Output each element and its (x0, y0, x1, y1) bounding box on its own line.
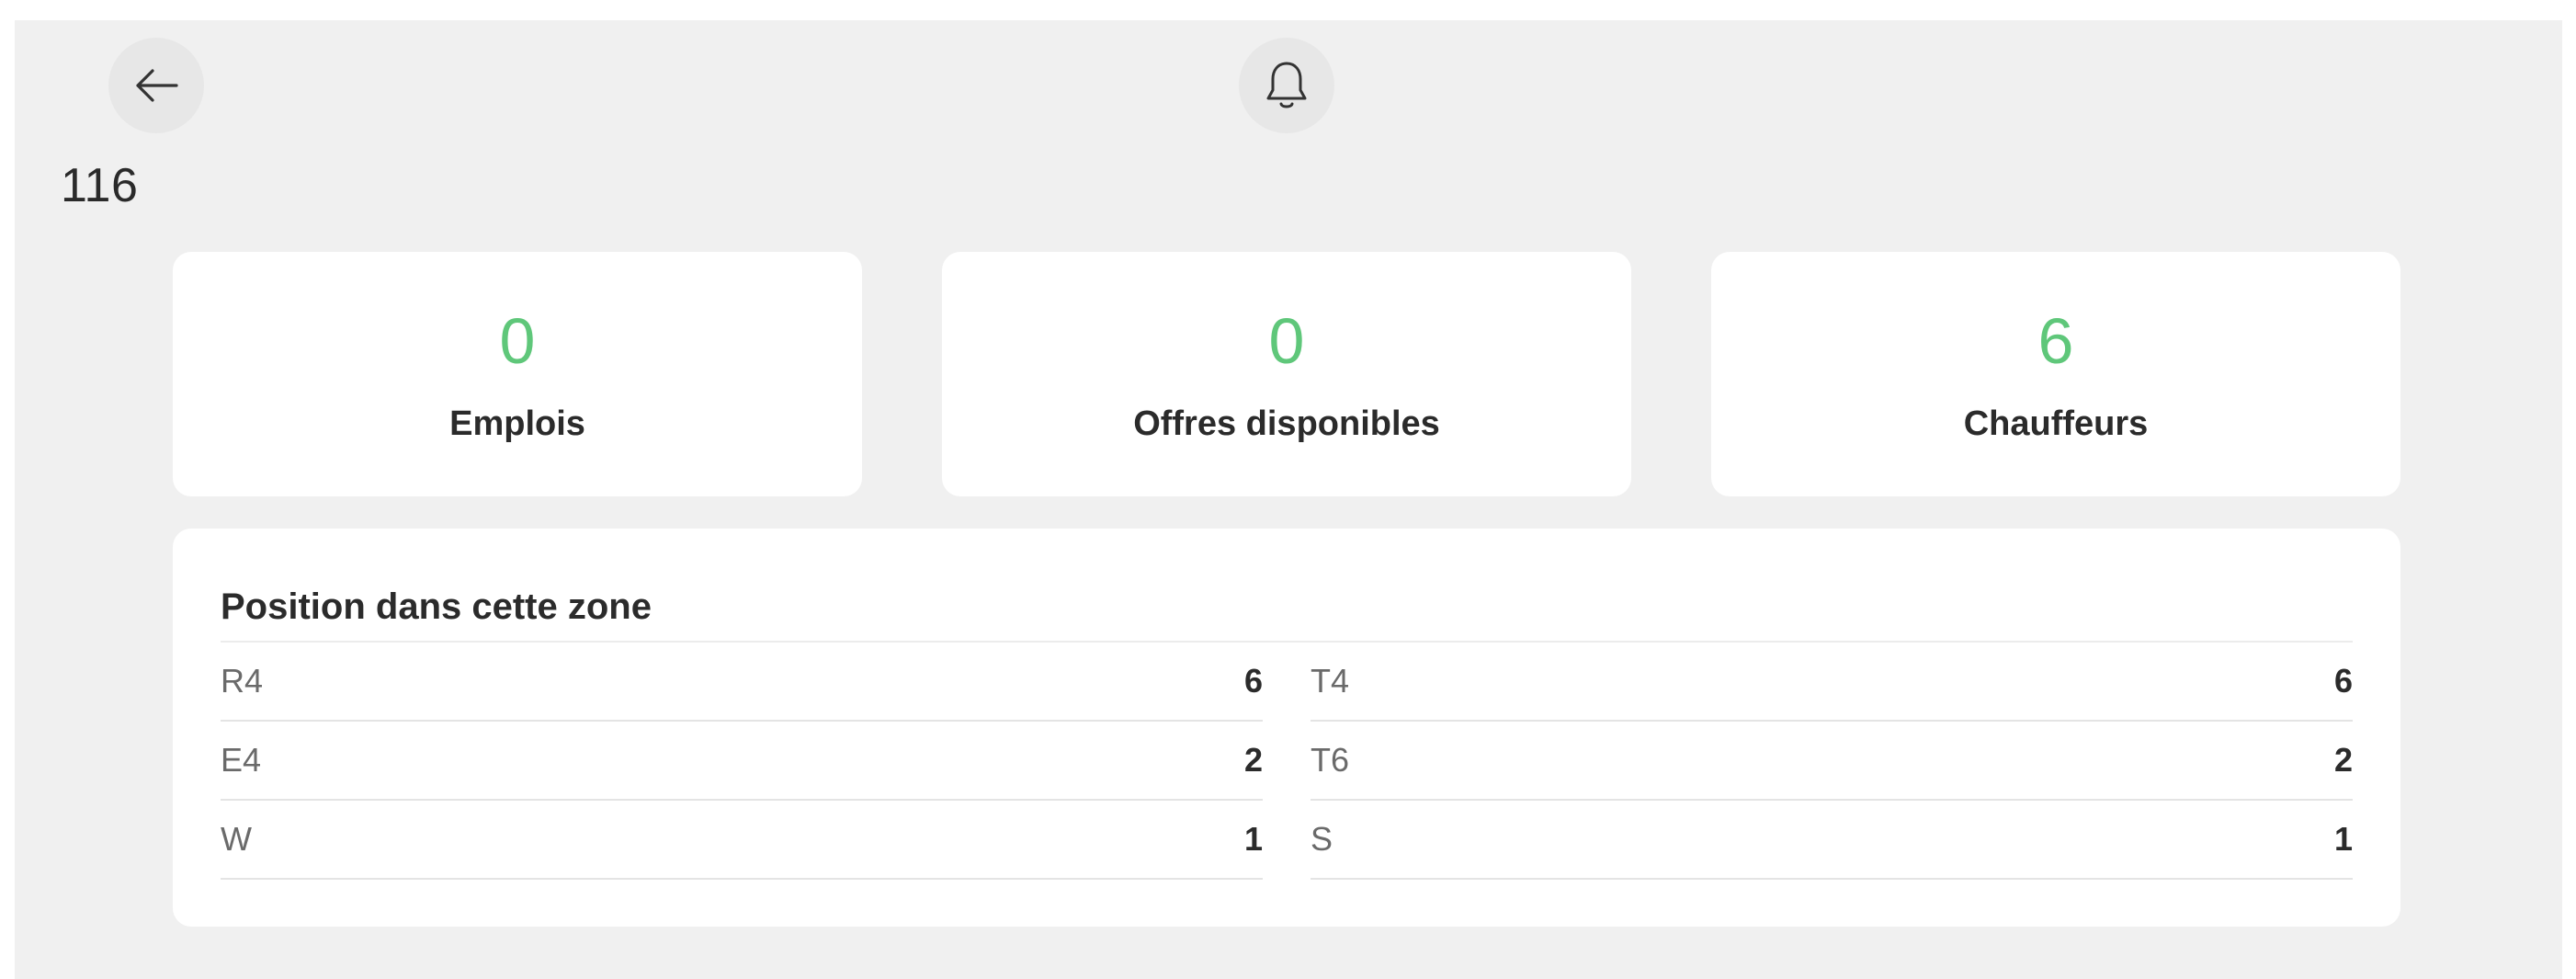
position-code: E4 (221, 741, 262, 779)
position-column-right: T4 6 T6 2 S 1 (1311, 643, 2353, 880)
stat-label: Chauffeurs (1963, 404, 2149, 443)
position-code: W (221, 820, 252, 858)
position-grid: R4 6 E4 2 W 1 T4 6 T6 2 S 1 (221, 643, 2353, 880)
position-count: 2 (2333, 741, 2353, 779)
position-count: 6 (2333, 662, 2353, 700)
position-row: R4 6 (221, 643, 1263, 722)
position-title: Position dans cette zone (221, 586, 652, 627)
stat-value: 6 (2037, 305, 2074, 377)
stat-value: 0 (1268, 305, 1305, 377)
stat-card-chauffeurs[interactable]: 6 Chauffeurs (1711, 252, 2400, 496)
position-column-left: R4 6 E4 2 W 1 (221, 643, 1263, 880)
position-code: R4 (221, 662, 264, 700)
position-row: T4 6 (1311, 643, 2353, 722)
position-code: S (1311, 820, 1333, 858)
screen: 116 0 Emplois 0 Offres disponibles 6 Cha… (15, 20, 2562, 979)
position-row: E4 2 (221, 722, 1263, 801)
position-count: 1 (2333, 820, 2353, 858)
position-count: 1 (1243, 820, 1263, 858)
stat-label: Offres disponibles (1133, 404, 1440, 443)
position-row: W 1 (221, 801, 1263, 880)
position-count: 2 (1243, 741, 1263, 779)
stat-label: Emplois (449, 404, 585, 443)
position-count: 6 (1243, 662, 1263, 700)
position-row: S 1 (1311, 801, 2353, 880)
stat-value: 0 (499, 305, 536, 377)
position-card: Position dans cette zone R4 6 E4 2 W 1 T… (173, 529, 2400, 927)
position-code: T4 (1311, 662, 1350, 700)
arrow-left-icon (136, 69, 178, 102)
stat-card-offres-disponibles[interactable]: 0 Offres disponibles (942, 252, 1631, 496)
zone-id: 116 (61, 159, 139, 212)
notifications-button[interactable] (1239, 38, 1334, 133)
position-row: T6 2 (1311, 722, 2353, 801)
position-code: T6 (1311, 741, 1350, 779)
stat-card-emplois[interactable]: 0 Emplois (173, 252, 862, 496)
back-button[interactable] (108, 38, 204, 133)
bell-icon (1266, 62, 1307, 108)
